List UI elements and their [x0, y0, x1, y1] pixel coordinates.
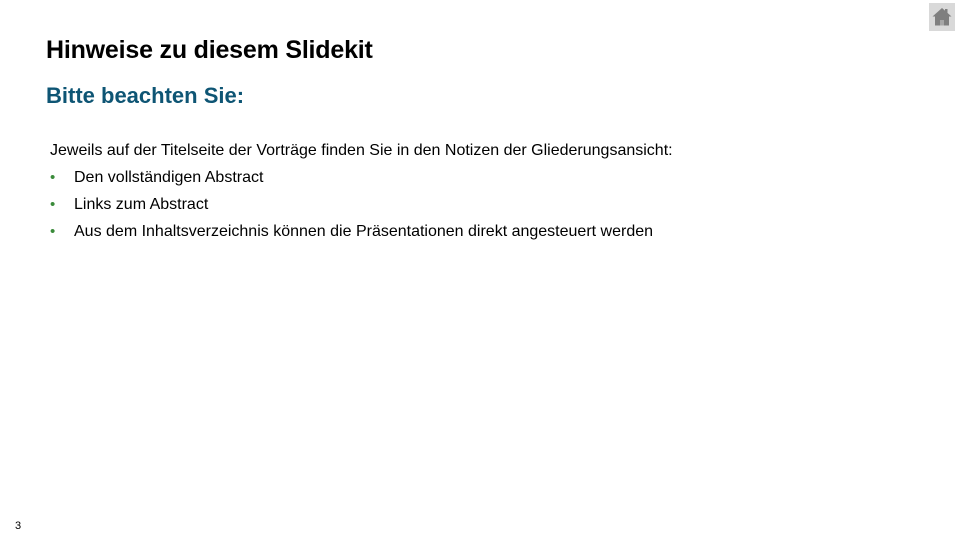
slide-title: Hinweise zu diesem Slidekit	[46, 36, 373, 64]
slide: Hinweise zu diesem Slidekit Bitte beacht…	[0, 0, 960, 540]
bullet-text: Aus dem Inhaltsverzeichnis können die Pr…	[74, 223, 654, 240]
bullet-item: • Den vollständigen Abstract	[50, 168, 910, 188]
home-icon	[932, 8, 952, 26]
slide-body: Jeweils auf der Titelseite der Vorträge …	[50, 141, 910, 249]
bullet-text: Links zum Abstract	[74, 196, 209, 213]
bullet-text: Den vollständigen Abstract	[74, 169, 264, 186]
bullet-item: • Links zum Abstract	[50, 195, 910, 215]
page-number: 3	[15, 520, 22, 532]
intro-text: Jeweils auf der Titelseite der Vorträge …	[50, 142, 673, 159]
bullet-list: • Den vollständigen Abstract • Links zum…	[50, 168, 910, 242]
bullet-icon: •	[50, 196, 56, 213]
slide-subtitle: Bitte beachten Sie:	[46, 83, 245, 108]
bullet-icon: •	[50, 223, 56, 240]
bullet-item: • Aus dem Inhaltsverzeichnis können die …	[50, 222, 910, 242]
bullet-icon: •	[50, 169, 56, 186]
home-button[interactable]	[929, 3, 955, 31]
